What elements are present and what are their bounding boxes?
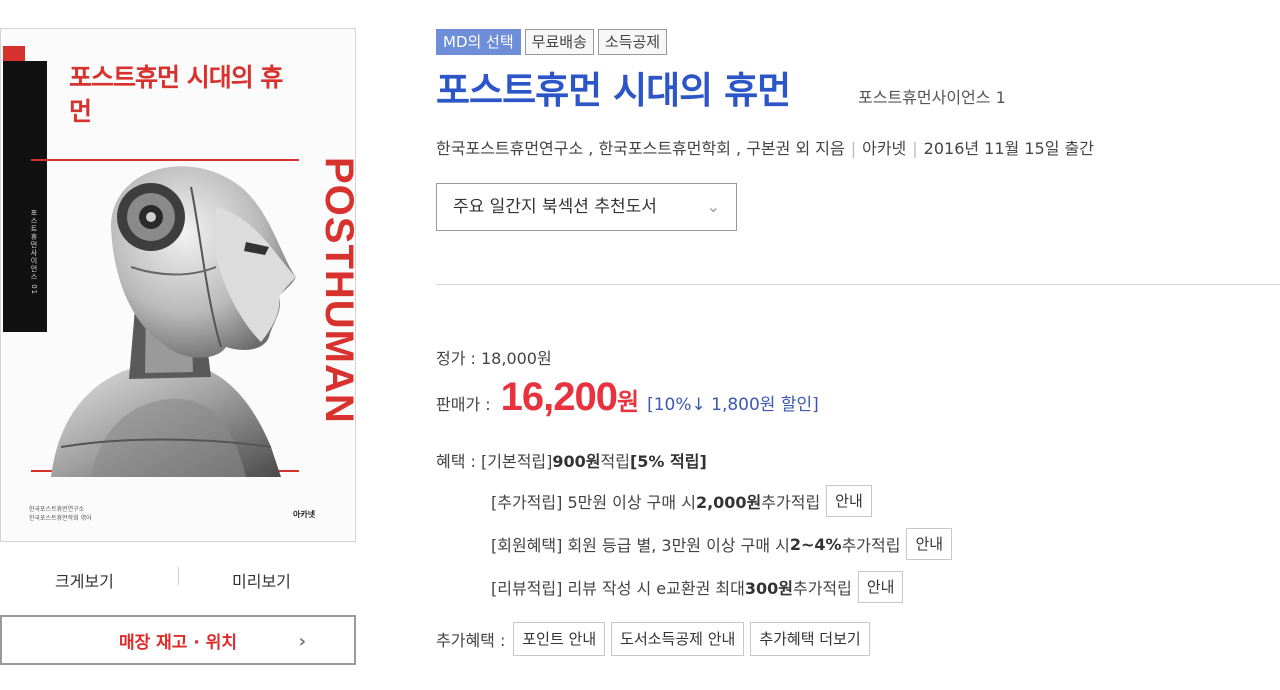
preview-link[interactable]: 미리보기 bbox=[232, 568, 291, 592]
point-info-button[interactable]: 포인트 안내 bbox=[513, 622, 606, 656]
book-tax-deduction-info-button[interactable]: 도서소득공제 안내 bbox=[611, 622, 745, 656]
benefit-label: 혜택 : bbox=[436, 452, 476, 471]
series-link[interactable]: 포스트휴먼사이언스 1 bbox=[858, 84, 1006, 108]
review-points-info-button[interactable]: 안내 bbox=[857, 571, 904, 603]
additional-points-text: 추가적립 bbox=[761, 493, 821, 512]
tax-deduction-badge: 소득공제 bbox=[597, 29, 668, 55]
review-points-row: [리뷰적립] 리뷰 작성 시 e교환권 최대 300원 추가적립 안내 bbox=[491, 571, 904, 603]
meta-separator: | bbox=[850, 139, 857, 158]
cover-publisher-mark: 아카넷 bbox=[293, 510, 316, 519]
additional-points-row: [추가적립] 5만원 이상 구매 시 2,000원 추가적립 안내 bbox=[491, 485, 872, 517]
cover-posthuman-text: POSTHUMAN bbox=[317, 157, 356, 424]
sale-price-label: 판매가 : bbox=[436, 395, 491, 414]
sale-price-value: 16,200 bbox=[500, 375, 618, 419]
additional-points-info-button[interactable]: 안내 bbox=[826, 485, 872, 517]
publisher-link[interactable]: 아카넷 bbox=[862, 139, 906, 158]
free-shipping-badge: 무료배송 bbox=[524, 29, 594, 55]
basic-points-row: 혜택 : [기본적립] 900원 적립 [5% 적립] bbox=[436, 448, 707, 472]
basic-points-rate: [5% 적립] bbox=[629, 452, 707, 471]
discount-info: [10%↓ 1,800원 할인] bbox=[647, 395, 819, 415]
robot-illustration bbox=[51, 166, 296, 477]
recommendation-dropdown-label: 주요 일간지 북섹션 추천도서 bbox=[453, 197, 657, 217]
store-stock-location-button[interactable]: 매장 재고 · 위치 › bbox=[0, 615, 356, 665]
additional-points-amount: 2,000원 bbox=[695, 493, 762, 512]
publish-date: 2016년 11월 15일 출간 bbox=[923, 139, 1094, 158]
recommendation-dropdown[interactable]: 주요 일간지 북섹션 추천도서 ⌄ bbox=[436, 183, 737, 231]
cover-title: 포스트휴먼 시대의 휴먼 bbox=[69, 63, 283, 126]
extra-benefits-label: 추가혜택 : bbox=[436, 631, 506, 650]
review-points-amount: 300원 bbox=[744, 579, 793, 598]
md-choice-badge: MD의 선택 bbox=[436, 29, 521, 55]
extra-benefits-row: 추가혜택 : 포인트 안내 도서소득공제 안내 추가혜택 더보기 bbox=[436, 622, 876, 656]
book-meta: 한국포스트휴먼연구소 , 한국포스트휴먼학회 , 구본권 외 지음 | 아카넷 | 20… bbox=[436, 135, 1094, 159]
list-price: 정가 : 18,000원 bbox=[436, 349, 552, 368]
chevron-right-icon: › bbox=[298, 631, 306, 652]
basic-points-text: [기본적립] bbox=[481, 452, 553, 471]
author-links[interactable]: 한국포스트휴먼연구소 , 한국포스트휴먼학회 , 구본권 외 지음 bbox=[436, 139, 845, 158]
zoom-view-link[interactable]: 크게보기 bbox=[55, 568, 114, 592]
member-benefit-rate: 2~4% bbox=[789, 534, 842, 554]
section-divider bbox=[436, 284, 1280, 285]
cover-series-text: 포스트휴먼사이언스 01 bbox=[30, 209, 38, 296]
meta-separator: | bbox=[912, 139, 918, 158]
cover-authors: 한국포스트휴먼연구소 한국포스트휴먼학회 엮어 bbox=[29, 506, 92, 522]
basic-points-amount: 900원 bbox=[552, 452, 601, 471]
view-link-divider bbox=[178, 567, 179, 585]
sale-price-row: 판매가 : 16,200 원 [10%↓ 1,800원 할인] bbox=[436, 375, 819, 420]
book-title: 포스트휴먼 시대의 휴먼 bbox=[436, 69, 791, 112]
member-benefit-info-button[interactable]: 안내 bbox=[906, 528, 953, 560]
review-points-text: 추가적립 bbox=[792, 579, 852, 598]
more-benefits-button[interactable]: 추가혜택 더보기 bbox=[750, 622, 870, 656]
chevron-down-icon: ⌄ bbox=[706, 197, 720, 216]
member-benefit-row: [회원혜택] 회원 등급 별, 3만원 이상 구매 시 2~4% 추가적립 안내 bbox=[491, 528, 953, 560]
sale-price-unit: 원 bbox=[616, 388, 640, 416]
review-points-text: [리뷰적립] 리뷰 작성 시 e교환권 최대 bbox=[491, 579, 745, 598]
basic-points-text: 적립 bbox=[600, 452, 630, 471]
member-benefit-text: 추가적립 bbox=[841, 536, 901, 555]
member-benefit-text: [회원혜택] 회원 등급 별, 3만원 이상 구매 시 bbox=[491, 536, 790, 555]
badge-group: MD의 선택 무료배송 소득공제 bbox=[436, 29, 668, 55]
additional-points-text: [추가적립] 5만원 이상 구매 시 bbox=[491, 493, 696, 512]
book-cover-image[interactable]: 포스트휴먼사이언스 01 포스트휴먼 시대의 휴먼 POSTHUMAN 한국포스… bbox=[0, 28, 356, 542]
store-button-label: 매장 재고 · 위치 bbox=[118, 632, 238, 653]
